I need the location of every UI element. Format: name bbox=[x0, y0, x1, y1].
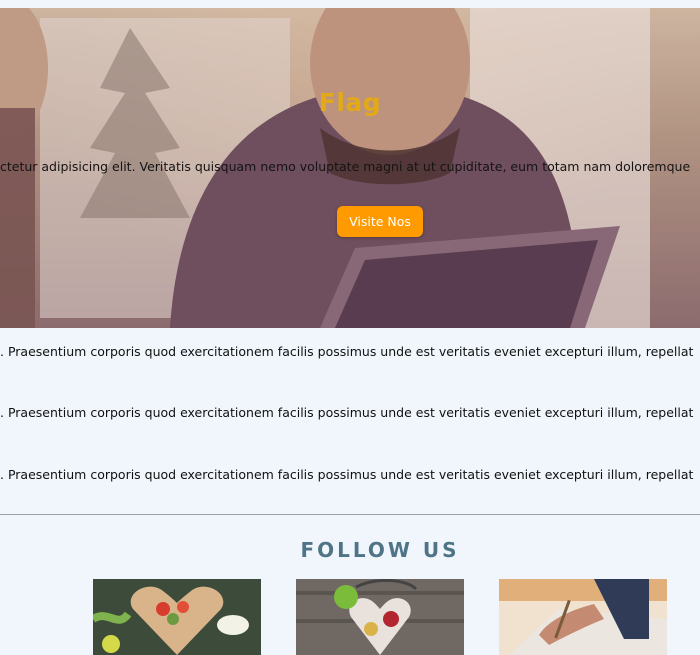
hero-subtitle: ctetur adipisicing elit. Veritatis quisq… bbox=[0, 159, 691, 174]
text-line-2: . Praesentium corporis quod exercitation… bbox=[0, 405, 694, 420]
hero-banner: Flag ctetur adipisicing elit. Veritatis … bbox=[0, 8, 700, 328]
text-line-1: . Praesentium corporis quod exercitation… bbox=[0, 344, 694, 359]
writing-notes-image bbox=[499, 579, 667, 655]
follow-us-title: FOLLOW US bbox=[300, 538, 460, 562]
follow-image-stethoscope[interactable] bbox=[296, 579, 464, 655]
section-divider bbox=[0, 514, 700, 515]
hero-title: Flag bbox=[318, 88, 382, 117]
stethoscope-heart-image bbox=[296, 579, 464, 655]
follow-image-writing[interactable] bbox=[499, 579, 667, 655]
text-line-3: . Praesentium corporis quod exercitation… bbox=[0, 467, 694, 482]
follow-image-salad[interactable] bbox=[93, 579, 261, 655]
visit-button[interactable]: Visite Nos bbox=[337, 206, 423, 237]
salad-heart-image bbox=[93, 579, 261, 655]
